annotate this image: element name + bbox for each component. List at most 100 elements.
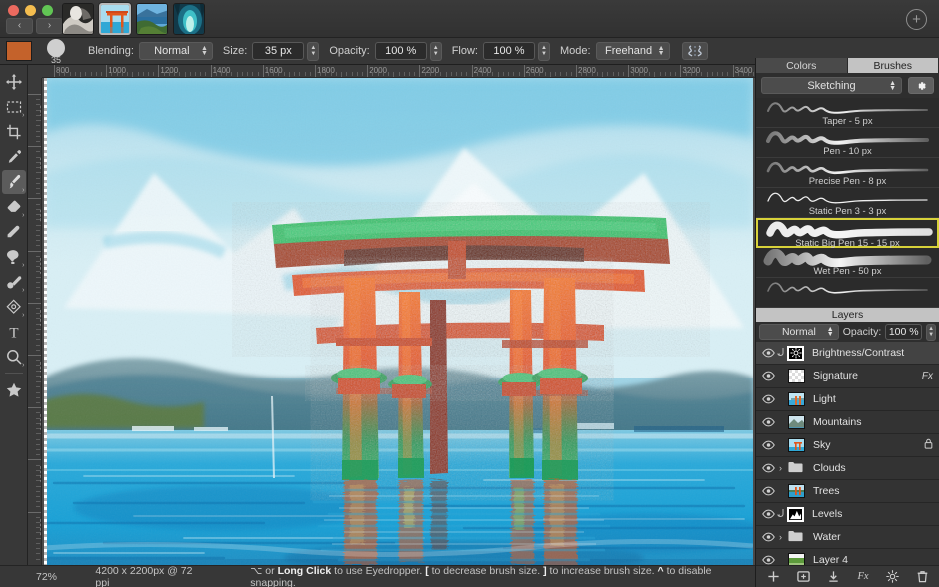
layer-row[interactable]: Brightness/Contrast bbox=[756, 342, 939, 365]
ruler-minor-tick bbox=[36, 527, 40, 528]
ruler-minor-tick bbox=[670, 72, 671, 76]
brush-item[interactable] bbox=[756, 278, 939, 308]
layer-name[interactable]: Brightness/Contrast bbox=[812, 347, 933, 359]
document-thumbnail-cave[interactable] bbox=[173, 3, 205, 35]
brush-item-selected[interactable]: Static Big Pen 15 - 15 px bbox=[756, 218, 939, 248]
layer-row[interactable]: › Water bbox=[756, 526, 939, 549]
layer-blend-mode-select[interactable]: Normal ▲▼ bbox=[759, 324, 839, 340]
shape-tool[interactable]: › bbox=[2, 295, 26, 319]
import-layer-button[interactable] bbox=[827, 570, 840, 583]
layer-name[interactable]: Sky bbox=[813, 439, 924, 451]
close-window-button[interactable] bbox=[8, 5, 19, 16]
opacity-input[interactable]: 100 % bbox=[375, 42, 427, 60]
flow-input[interactable]: 100 % bbox=[483, 42, 535, 60]
layer-name[interactable]: Water bbox=[813, 531, 933, 543]
brush-preset-select[interactable]: Sketching ▲▼ bbox=[761, 77, 902, 94]
layer-effects-badge[interactable]: Fx bbox=[922, 371, 933, 382]
group-disclosure-triangle[interactable]: › bbox=[775, 532, 786, 542]
layer-opacity-stepper[interactable]: ▲▼ bbox=[926, 324, 936, 341]
layer-visibility-eye-icon[interactable] bbox=[761, 440, 775, 450]
layer-row[interactable]: SignatureFx bbox=[756, 365, 939, 388]
layer-visibility-eye-icon[interactable] bbox=[761, 555, 775, 565]
marquee-select-tool[interactable]: › bbox=[2, 95, 26, 119]
adjustment-layer-icon[interactable] bbox=[787, 507, 804, 522]
tab-colors[interactable]: Colors bbox=[756, 58, 848, 73]
add-group-button[interactable] bbox=[797, 570, 810, 583]
eyedropper-tool[interactable] bbox=[2, 145, 26, 169]
layer-name[interactable]: Signature bbox=[813, 370, 922, 382]
zoom-level[interactable]: 72% bbox=[36, 571, 95, 583]
flow-stepper[interactable]: ▲▼ bbox=[538, 42, 550, 61]
layer-name[interactable]: Levels bbox=[812, 508, 933, 520]
brush-item[interactable]: Precise Pen - 8 px bbox=[756, 158, 939, 188]
layer-row[interactable]: Trees bbox=[756, 480, 939, 503]
tab-brushes[interactable]: Brushes bbox=[848, 58, 939, 73]
document-thumbnail-coast[interactable] bbox=[136, 3, 168, 35]
ruler-minor-tick bbox=[36, 261, 40, 262]
size-input[interactable]: 35 px bbox=[252, 42, 304, 60]
layer-row[interactable]: › Clouds bbox=[756, 457, 939, 480]
document-thumbnail-portrait[interactable] bbox=[62, 3, 94, 35]
foreground-color-swatch[interactable] bbox=[6, 41, 32, 61]
brush-item[interactable]: Static Pen 3 - 3 px bbox=[756, 188, 939, 218]
layer-visibility-eye-icon[interactable] bbox=[761, 486, 775, 496]
crop-tool[interactable] bbox=[2, 120, 26, 144]
layer-visibility-eye-icon[interactable] bbox=[761, 371, 775, 381]
brush-item[interactable]: Pen - 10 px bbox=[756, 128, 939, 158]
layer-effects-button[interactable]: Fx bbox=[857, 571, 868, 582]
lock-icon[interactable] bbox=[924, 438, 933, 452]
layer-row[interactable]: Sky bbox=[756, 434, 939, 457]
zoom-window-button[interactable] bbox=[42, 5, 53, 16]
layer-visibility-eye-icon[interactable] bbox=[761, 348, 775, 358]
smudge-tool[interactable] bbox=[2, 220, 26, 244]
blending-mode-select[interactable]: Normal ▲▼ bbox=[139, 42, 213, 60]
layer-visibility-eye-icon[interactable] bbox=[761, 463, 775, 473]
layer-visibility-eye-icon[interactable] bbox=[761, 394, 775, 404]
brush-item[interactable]: Taper - 5 px bbox=[756, 98, 939, 128]
layer-visibility-eye-icon[interactable] bbox=[761, 532, 775, 542]
adjustment-layer-button[interactable] bbox=[886, 570, 899, 583]
layer-visibility-eye-icon[interactable] bbox=[761, 509, 775, 519]
layer-row[interactable]: Mountains bbox=[756, 411, 939, 434]
ruler-minor-tick bbox=[273, 72, 274, 76]
layer-name[interactable]: Light bbox=[813, 393, 933, 405]
layer-row[interactable]: Light bbox=[756, 388, 939, 411]
layer-name[interactable]: Trees bbox=[813, 485, 933, 497]
delete-layer-button[interactable] bbox=[916, 570, 929, 583]
nav-back-button[interactable]: ‹ bbox=[6, 18, 33, 34]
brush-list[interactable]: Taper - 5 pxPen - 10 pxPrecise Pen - 8 p… bbox=[756, 98, 939, 308]
ruler-minor-tick bbox=[675, 72, 676, 76]
favorites-tool[interactable] bbox=[2, 378, 26, 402]
document-dimensions: 4200 x 2200px @ 72 ppi bbox=[95, 565, 208, 587]
opacity-stepper[interactable]: ▲▼ bbox=[430, 42, 442, 61]
text-tool[interactable]: T bbox=[2, 320, 26, 344]
dodge-burn-tool[interactable]: › bbox=[2, 270, 26, 294]
layer-list[interactable]: Brightness/ContrastSignatureFxLightMount… bbox=[756, 342, 939, 587]
adjustment-layer-icon[interactable] bbox=[787, 346, 804, 361]
horizontal-ruler[interactable]: 8001000120014001600180020002200240026002… bbox=[28, 65, 755, 78]
layer-name[interactable]: Mountains bbox=[813, 416, 933, 428]
layer-opacity-input[interactable]: 100 % bbox=[885, 324, 922, 340]
group-disclosure-triangle[interactable]: › bbox=[775, 463, 786, 473]
layer-row[interactable]: Levels bbox=[756, 503, 939, 526]
paintbrush-tool[interactable]: › bbox=[2, 170, 26, 194]
nav-forward-button[interactable]: › bbox=[36, 18, 63, 34]
canvas-viewport[interactable] bbox=[42, 78, 755, 565]
move-tool[interactable] bbox=[2, 70, 26, 94]
minimize-window-button[interactable] bbox=[25, 5, 36, 16]
add-layer-button[interactable] bbox=[767, 570, 780, 583]
clone-stamp-tool[interactable]: › bbox=[2, 245, 26, 269]
vertical-ruler[interactable]: 400600800100012001400160018002000 bbox=[28, 78, 42, 565]
add-document-button[interactable]: + bbox=[906, 9, 927, 30]
symmetry-button[interactable] bbox=[682, 42, 708, 60]
zoom-tool[interactable]: › bbox=[2, 345, 26, 369]
gear-icon[interactable] bbox=[908, 77, 934, 94]
layer-visibility-eye-icon[interactable] bbox=[761, 417, 775, 427]
eraser-tool[interactable]: › bbox=[2, 195, 26, 219]
size-stepper[interactable]: ▲▼ bbox=[307, 42, 319, 61]
mode-select[interactable]: Freehand ▲▼ bbox=[596, 42, 670, 60]
brush-item[interactable]: Wet Pen - 50 px bbox=[756, 248, 939, 278]
document-thumbnail-torii[interactable] bbox=[99, 3, 131, 35]
layer-name[interactable]: Clouds bbox=[813, 462, 933, 474]
artboard[interactable] bbox=[44, 78, 753, 565]
